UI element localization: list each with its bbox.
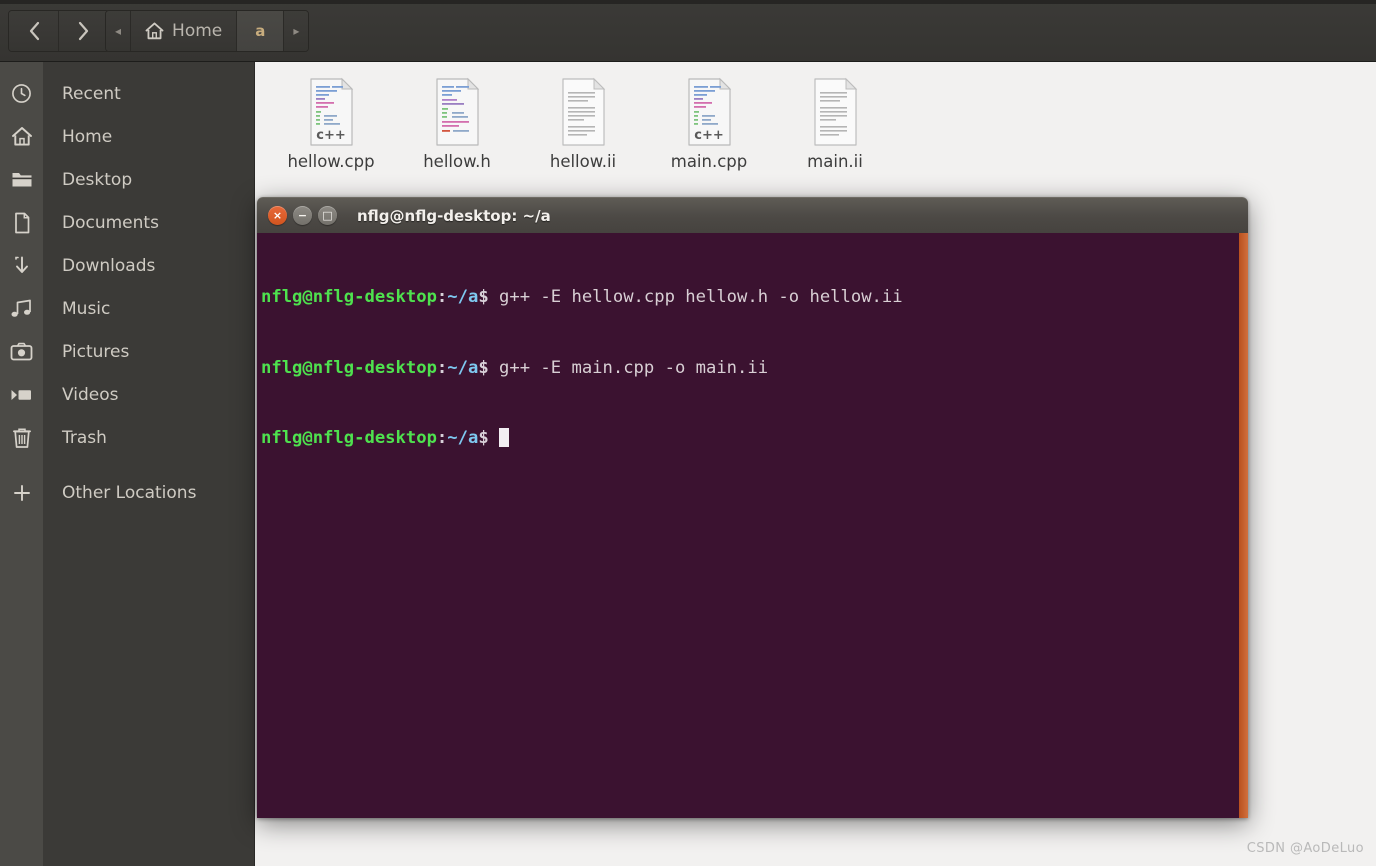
sidebar-item-label: Documents bbox=[62, 212, 159, 233]
file-item[interactable]: main.ii bbox=[772, 70, 898, 171]
prompt-user: nflg@nflg-desktop bbox=[261, 357, 437, 378]
terminal-body[interactable]: nflg@nflg-desktop:~/a$ g++ -E hellow.cpp… bbox=[257, 233, 1248, 818]
home-icon bbox=[145, 22, 164, 40]
maximize-button[interactable]: □ bbox=[318, 206, 337, 225]
watermark: CSDN @AoDeLuo bbox=[1246, 841, 1364, 856]
breadcrumb-a[interactable]: a bbox=[237, 11, 285, 51]
file-grid: c++ hellow.cpp hellow.h hellow.ii c++ ma… bbox=[256, 62, 1376, 171]
sidebar-item-label: Videos bbox=[62, 384, 119, 405]
file-name-label: hellow.h bbox=[423, 152, 491, 171]
sidebar-item-downloads[interactable]: Downloads bbox=[0, 244, 254, 287]
file-item[interactable]: c++ main.cpp bbox=[646, 70, 772, 171]
sidebar-item-desktop[interactable]: Desktop bbox=[0, 158, 254, 201]
prompt-dollar: $ bbox=[478, 287, 489, 307]
sidebar-item-home[interactable]: Home bbox=[0, 115, 254, 158]
document-icon bbox=[0, 212, 43, 234]
terminal-output[interactable]: nflg@nflg-desktop:~/a$ g++ -E hellow.cpp… bbox=[257, 233, 1239, 818]
breadcrumb: ◂ Home a ▸ bbox=[105, 10, 310, 52]
download-icon bbox=[0, 255, 43, 277]
cpp-badge: c++ bbox=[316, 128, 346, 143]
sidebar-item-label: Home bbox=[62, 126, 113, 147]
terminal-scrollbar[interactable] bbox=[1239, 233, 1248, 818]
plus-icon bbox=[0, 483, 43, 503]
sidebar-item-documents[interactable]: Documents bbox=[0, 201, 254, 244]
text-file-icon bbox=[806, 76, 864, 148]
text-file-icon bbox=[554, 76, 612, 148]
file-name-label: main.ii bbox=[807, 152, 863, 171]
close-icon: × bbox=[272, 209, 283, 222]
prompt-colon: : bbox=[436, 428, 448, 448]
prompt-user: nflg@nflg-desktop bbox=[261, 428, 437, 448]
header-bar: ◂ Home a ▸ bbox=[0, 0, 1376, 62]
prompt-dollar: $ bbox=[478, 357, 489, 378]
prompt-user: nflg@nflg-desktop bbox=[261, 287, 437, 307]
sidebar-item-label: Pictures bbox=[62, 341, 130, 362]
c-header-file-icon bbox=[428, 76, 486, 148]
screen: ◂ Home a ▸ Recent Home Desktop Documents… bbox=[0, 0, 1376, 866]
file-item[interactable]: c++ hellow.cpp bbox=[268, 70, 394, 171]
back-button[interactable] bbox=[9, 11, 59, 51]
sidebar-item-label: Recent bbox=[62, 83, 121, 104]
terminal-title: nflg@nflg-desktop: ~/a bbox=[357, 206, 551, 225]
breadcrumb-scroll-right-label: ▸ bbox=[293, 24, 300, 38]
sidebar-item-label: Desktop bbox=[62, 169, 133, 190]
prompt-colon: : bbox=[436, 357, 448, 378]
terminal-command: g++ -E main.cpp -o main.ii bbox=[488, 357, 769, 378]
chevron-left-icon bbox=[29, 21, 39, 41]
cpp-source-file-icon: c++ bbox=[680, 76, 738, 148]
prompt-path: ~/a bbox=[447, 287, 479, 307]
terminal-command bbox=[489, 428, 499, 448]
sidebar-item-label: Other Locations bbox=[62, 482, 197, 503]
maximize-icon: □ bbox=[322, 209, 333, 222]
sidebar-item-label: Downloads bbox=[62, 255, 156, 276]
breadcrumb-scroll-right[interactable]: ▸ bbox=[284, 11, 309, 51]
sidebar-item-trash[interactable]: Trash bbox=[0, 416, 254, 459]
video-icon bbox=[0, 387, 43, 403]
terminal-title-bar[interactable]: × − □ nflg@nflg-desktop: ~/a bbox=[257, 197, 1248, 233]
prompt-path: ~/a bbox=[447, 428, 479, 448]
home-icon bbox=[0, 126, 43, 147]
sidebar-item-pictures[interactable]: Pictures bbox=[0, 330, 254, 373]
breadcrumb-home[interactable]: Home bbox=[131, 11, 238, 51]
folder-icon bbox=[0, 170, 43, 189]
sidebar-item-label: Trash bbox=[62, 427, 107, 448]
sidebar-item-label: Music bbox=[62, 298, 111, 319]
terminal-line: nflg@nflg-desktop:~/a$ g++ -E main.cpp -… bbox=[261, 357, 1239, 381]
cpp-source-file-icon: c++ bbox=[302, 76, 360, 148]
sidebar-item-music[interactable]: Music bbox=[0, 287, 254, 330]
sidebar-item-recent[interactable]: Recent bbox=[0, 72, 254, 115]
file-name-label: main.cpp bbox=[670, 152, 748, 171]
clock-icon bbox=[0, 83, 43, 104]
minimize-button[interactable]: − bbox=[293, 206, 312, 225]
close-button[interactable]: × bbox=[268, 206, 287, 225]
file-name-label: hellow.cpp bbox=[287, 152, 375, 171]
breadcrumb-scroll-left-label: ◂ bbox=[115, 24, 122, 38]
trash-icon bbox=[0, 427, 43, 449]
sidebar-item-videos[interactable]: Videos bbox=[0, 373, 254, 416]
prompt-colon: : bbox=[436, 287, 448, 307]
terminal-cursor bbox=[499, 428, 510, 447]
navigation-buttons bbox=[8, 10, 110, 52]
file-item[interactable]: hellow.ii bbox=[520, 70, 646, 171]
sidebar: Recent Home Desktop Documents Downloads … bbox=[0, 62, 255, 866]
file-item[interactable]: hellow.h bbox=[394, 70, 520, 171]
prompt-dollar: $ bbox=[478, 428, 489, 448]
breadcrumb-a-label: a bbox=[255, 22, 266, 40]
camera-icon bbox=[0, 342, 43, 361]
cpp-badge: c++ bbox=[694, 128, 724, 143]
file-name-label: hellow.ii bbox=[549, 152, 617, 171]
music-note-icon bbox=[0, 299, 43, 319]
forward-button[interactable] bbox=[59, 11, 109, 51]
chevron-right-icon bbox=[78, 21, 89, 41]
terminal-line: nflg@nflg-desktop:~/a$ g++ -E hellow.cpp… bbox=[261, 286, 1239, 310]
terminal-window[interactable]: × − □ nflg@nflg-desktop: ~/a nflg@nflg-d… bbox=[257, 197, 1248, 818]
breadcrumb-home-label: Home bbox=[172, 21, 223, 41]
sidebar-item-other-locations[interactable]: Other Locations bbox=[0, 471, 254, 514]
minimize-icon: − bbox=[297, 209, 308, 222]
prompt-path: ~/a bbox=[447, 357, 479, 378]
terminal-command: g++ -E hellow.cpp hellow.h -o hellow.ii bbox=[488, 287, 903, 307]
terminal-line: nflg@nflg-desktop:~/a$ bbox=[261, 427, 1239, 451]
breadcrumb-scroll-left[interactable]: ◂ bbox=[106, 11, 132, 51]
